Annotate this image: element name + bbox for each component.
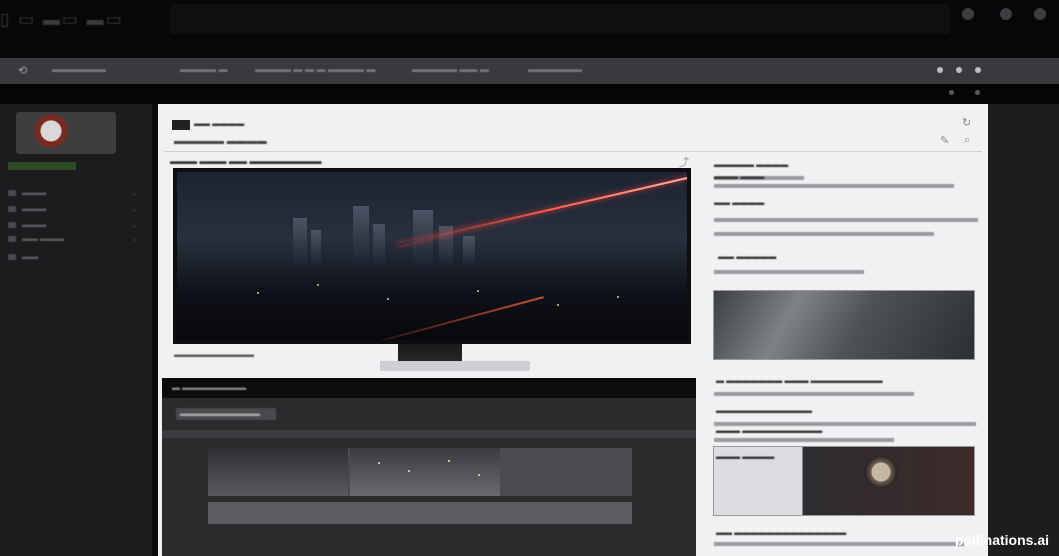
video-card-heading: ▬ ▬▬▬▬▬▬▬▬ xyxy=(172,383,247,392)
panel-header: ▬▬ ▬▬▬▬ ▬▬▬▬▬ ▬▬▬▬ ↻ ✎ ⌕ xyxy=(164,112,982,152)
city-light xyxy=(257,292,259,294)
main-panel: ▬▬ ▬▬▬▬ ▬▬▬▬▬ ▬▬▬▬ ↻ ✎ ⌕ ▬▬▬ ▬▬▬ ▬▬ ▬▬▬▬… xyxy=(158,104,988,556)
hero-image-monitor[interactable] xyxy=(173,168,691,344)
sidebar-article-heading[interactable]: ▬▬▬▬▬▬▬▬▬▬▬▬ xyxy=(716,406,812,415)
thumbnail-strip-secondary[interactable] xyxy=(208,502,632,524)
restore-icon[interactable] xyxy=(1000,8,1012,20)
toolbar-segment[interactable]: ▬▬▬▬▬▬ xyxy=(52,64,106,74)
city-light xyxy=(317,284,319,286)
text-line xyxy=(714,270,864,274)
bookmark-icon[interactable] xyxy=(949,90,954,95)
sidebar-article-heading[interactable]: ▬▬ ▬▬▬▬▬▬▬▬▬▬▬▬▬▬ xyxy=(716,528,846,537)
text-line xyxy=(714,184,954,188)
toolbar-segment[interactable]: ▬▬▬▬▬▬ xyxy=(528,64,582,74)
sidebar-article-heading[interactable]: ▬▬ ▬▬▬▬ xyxy=(714,198,764,207)
sidebar-article-heading[interactable]: ▬▬▬ ▬▬▬ xyxy=(714,172,764,181)
building-shape xyxy=(463,236,475,267)
sidebar-item-icon xyxy=(8,235,16,242)
right-gutter xyxy=(988,104,1059,556)
text-line xyxy=(714,542,964,546)
toolbar-segment[interactable]: ▬▬▬▬ ▬ xyxy=(180,64,228,74)
bookmarks-bar xyxy=(0,84,1059,104)
text-line xyxy=(714,392,914,396)
sidebar-item-icon xyxy=(8,253,16,260)
sidebar-item[interactable]: ▬▬ xyxy=(8,252,138,261)
building-shape xyxy=(373,224,385,267)
article-image[interactable] xyxy=(713,290,975,360)
sidebar-item[interactable]: ▬▬ ▬▬▬ ⌄ xyxy=(8,234,138,243)
thumbnail-light xyxy=(378,462,380,464)
text-line xyxy=(714,438,894,442)
city-light xyxy=(387,298,389,300)
logo-icon[interactable] xyxy=(172,120,190,130)
thumbnail[interactable] xyxy=(350,448,500,496)
city-light xyxy=(557,304,559,306)
sidebar-article-heading[interactable]: ▬▬▬ ▬▬▬▬ xyxy=(716,452,774,461)
sidebar-item[interactable]: ▬▬▬ ⌄ xyxy=(8,204,138,213)
section-heading[interactable]: ▬ ▬▬▬▬▬▬▬ ▬▬▬ ▬▬▬▬▬▬▬▬▬ xyxy=(716,376,883,385)
thumbnail-light xyxy=(478,474,480,476)
sidebar-item[interactable]: ▬▬▬ ⌄ xyxy=(8,220,138,229)
menu-dot-icon[interactable] xyxy=(937,67,943,73)
thumbnail-light xyxy=(448,460,450,462)
video-card-header: ▬ ▬▬▬▬▬▬▬▬ xyxy=(162,378,696,398)
window-titlebar: ▯ ▭ ▬▭ ▬▭ xyxy=(0,0,1059,58)
section-heading[interactable]: ▬▬ ▬▬▬▬▬ xyxy=(718,252,776,261)
sidebar-item-icon xyxy=(8,221,16,228)
sidebar-article-heading[interactable]: ▬▬▬ ▬▬▬▬▬▬▬▬▬▬ xyxy=(716,426,822,435)
sidebar: ▬▬▬ ⌄ ▬▬▬ ⌄ ▬▬▬ ⌄ ▬▬ ▬▬▬ ⌄ ▬▬ xyxy=(0,104,152,556)
chevron-down-icon: ⌄ xyxy=(131,204,138,213)
text-line xyxy=(714,218,978,222)
thumbnail[interactable] xyxy=(208,448,348,496)
sidebar-item-label: ▬▬▬ xyxy=(22,188,46,197)
settings-icon[interactable] xyxy=(956,67,962,73)
address-toolbar: ⟲ ▬▬▬▬▬▬ ▬▬▬▬ ▬ ▬▬▬▬ ▬ ▬ ▬ ▬▬▬▬ ▬ ▬▬▬▬▬ … xyxy=(0,58,1059,84)
bookmark-icon[interactable] xyxy=(975,90,980,95)
sidebar-item-label: ▬▬ xyxy=(22,252,38,261)
thumbnail-strip[interactable] xyxy=(208,448,632,496)
watermark-text: pollinations.ai xyxy=(954,532,1049,548)
sidebar-item-icon xyxy=(8,205,16,212)
city-light xyxy=(617,296,619,298)
toolbar-segment[interactable]: ▬▬▬▬ ▬ ▬ ▬ ▬▬▬▬ ▬ xyxy=(255,64,376,74)
sidebar-item[interactable]: ▬▬▬ ⌄ xyxy=(8,188,138,197)
image-caption: ▬▬▬▬▬▬▬▬▬▬ xyxy=(174,350,254,359)
sidebar-item-icon xyxy=(8,189,16,196)
video-card-label[interactable]: ▬▬▬▬▬▬▬▬▬▬ xyxy=(176,408,276,420)
search-icon[interactable]: ⌕ xyxy=(964,134,970,147)
thumbnail-light xyxy=(408,470,410,472)
profile-icon[interactable] xyxy=(975,67,981,73)
site-logo-text[interactable]: ▬▬ ▬▬▬▬ xyxy=(194,119,244,128)
monitor-base xyxy=(380,361,530,371)
sidebar-item-label: ▬▬ ▬▬▬ xyxy=(22,234,65,243)
video-card-divider xyxy=(162,430,696,438)
chevron-down-icon: ⌄ xyxy=(131,234,138,243)
tab-strip[interactable] xyxy=(170,4,950,34)
toolbar-segment[interactable]: ▬▬▬▬▬ ▬▬ ▬ xyxy=(412,64,489,74)
edit-icon[interactable]: ✎ xyxy=(940,134,949,147)
building-shape xyxy=(353,206,369,267)
app-title: ▯ ▭ ▬▭ ▬▭ xyxy=(0,10,124,29)
portrait-image xyxy=(864,455,898,489)
building-shape xyxy=(311,230,321,267)
chevron-down-icon: ⌄ xyxy=(131,220,138,229)
back-arrow-icon[interactable]: ⟲ xyxy=(18,64,27,77)
sidebar-item-label: ▬▬▬ xyxy=(22,220,46,229)
sidebar-article-heading[interactable]: ▬▬▬▬▬ ▬▬▬▬ xyxy=(714,160,788,169)
chevron-down-icon: ⌄ xyxy=(131,188,138,197)
building-shape xyxy=(293,218,307,267)
avatar[interactable] xyxy=(16,112,116,154)
sidebar-item-label: ▬▬▬ xyxy=(22,204,46,213)
close-icon[interactable] xyxy=(1034,8,1046,20)
text-line xyxy=(714,232,934,236)
video-card[interactable]: ▬ ▬▬▬▬▬▬▬▬ ▬▬▬▬▬▬▬▬▬▬ xyxy=(162,378,696,556)
refresh-icon[interactable]: ↻ xyxy=(962,116,971,129)
city-light xyxy=(477,290,479,292)
page-title: ▬▬▬ ▬▬▬ ▬▬ ▬▬▬▬▬▬▬▬ xyxy=(170,156,322,166)
minimize-icon[interactable] xyxy=(962,8,974,20)
sidebar-selected-indicator[interactable] xyxy=(8,162,76,170)
breadcrumb[interactable]: ▬▬▬▬▬ ▬▬▬▬ xyxy=(174,136,267,147)
